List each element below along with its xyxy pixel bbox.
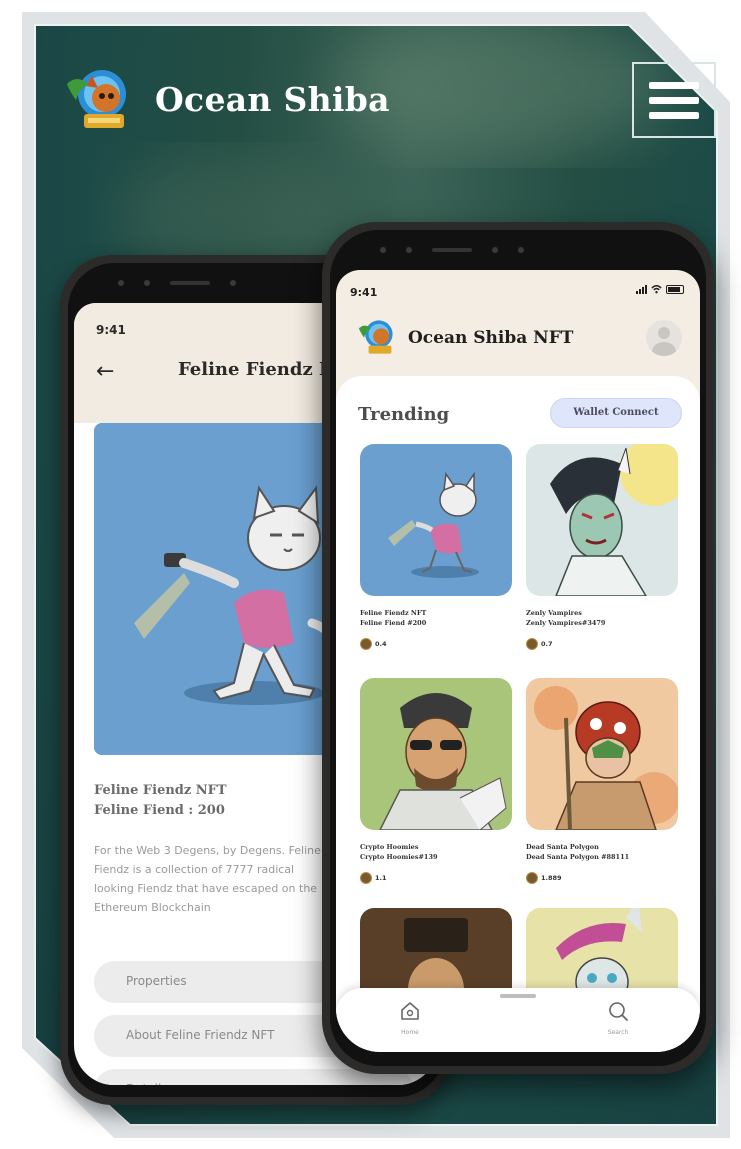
tab-home-label: Home <box>401 1029 419 1036</box>
tab-home[interactable]: Home <box>380 1000 440 1036</box>
bottom-tab-bar: Home Search <box>336 988 700 1052</box>
nft-card[interactable]: Crypto Hoomies Crypto Hoomies#139 1.1 <box>360 678 512 884</box>
phone-camera-strip <box>380 244 660 256</box>
arrow-left-icon[interactable]: ← <box>96 359 114 384</box>
wallet-connect-button[interactable]: Wallet Connect <box>550 398 682 428</box>
coin-icon <box>526 872 538 884</box>
nft-collection-label: Feline Fiendz NFT <box>94 783 227 798</box>
hamburger-menu-icon[interactable] <box>632 62 716 138</box>
nft-collection-label: Dead Santa Polygon <box>526 843 599 851</box>
phone-mockup-front: 9:41 Ocean Shiba NFT Trending Wallet Con… <box>322 222 714 1074</box>
ocean-shiba-logo <box>67 70 126 128</box>
app-title: Ocean Shiba NFT <box>408 328 574 348</box>
section-title: Trending <box>358 404 450 425</box>
nft-name-block: Feline Fiendz NFT Feline Fiend : 200 <box>94 781 227 821</box>
nft-price: 1.889 <box>526 872 678 884</box>
nft-price: 1.1 <box>360 872 512 884</box>
nft-card[interactable]: Zenly Vampires Zenly Vampires#3479 0.7 <box>526 444 678 650</box>
nft-price: 0.4 <box>360 638 512 650</box>
nft-thumbnail-santa <box>526 678 678 830</box>
status-time: 9:41 <box>350 286 378 299</box>
nft-price: 0.7 <box>526 638 678 650</box>
trending-screen: 9:41 Ocean Shiba NFT Trending Wallet Con… <box>336 270 700 1052</box>
tab-search[interactable]: Search <box>588 1000 648 1036</box>
price-value: 1.1 <box>375 874 387 882</box>
price-value: 1.889 <box>541 874 562 882</box>
nft-description: For the Web 3 Degens, by Degens. Feline … <box>94 844 321 914</box>
home-icon <box>401 1002 419 1020</box>
drag-handle[interactable] <box>500 994 536 998</box>
nft-collection-label: Feline Fiendz NFT <box>360 609 427 617</box>
nft-collection-label: Crypto Hoomies <box>360 843 419 851</box>
coin-icon <box>526 638 538 650</box>
signal-icon <box>636 284 647 294</box>
status-bar: 9:41 <box>336 270 700 300</box>
search-icon <box>609 1002 628 1021</box>
price-value: 0.7 <box>541 640 553 648</box>
nft-item-label: Crypto Hoomies#139 <box>360 853 438 861</box>
price-value: 0.4 <box>375 640 387 648</box>
wifi-icon <box>651 285 662 294</box>
battery-icon <box>666 284 684 294</box>
nft-item-label: Dead Santa Polygon #88111 <box>526 853 630 861</box>
trending-panel: Trending Wallet Connect Feline Fiendz NF… <box>336 376 700 1052</box>
ocean-shiba-logo <box>358 320 393 354</box>
status-icons <box>636 284 684 294</box>
status-time: 9:41 <box>96 323 126 337</box>
nft-artwork-cat <box>94 423 354 755</box>
brand-title: Ocean Shiba <box>155 80 390 119</box>
user-avatar-icon[interactable] <box>646 320 682 356</box>
coin-icon <box>360 872 372 884</box>
nft-thumbnail-vampire <box>526 444 678 596</box>
nft-card[interactable]: Dead Santa Polygon Dead Santa Polygon #8… <box>526 678 678 884</box>
nft-card[interactable]: Feline Fiendz NFT Feline Fiend #200 0.4 <box>360 444 512 650</box>
nft-collection-label: Zenly Vampires <box>526 609 582 617</box>
nft-item-label: Feline Fiend #200 <box>360 619 427 627</box>
nft-thumbnail-cat <box>360 444 512 596</box>
nft-item-label: Zenly Vampires#3479 <box>526 619 606 627</box>
tab-search-label: Search <box>607 1029 629 1036</box>
nft-item-label: Feline Fiend : 200 <box>94 803 225 818</box>
nft-thumbnail-hoomie <box>360 678 512 830</box>
coin-icon <box>360 638 372 650</box>
